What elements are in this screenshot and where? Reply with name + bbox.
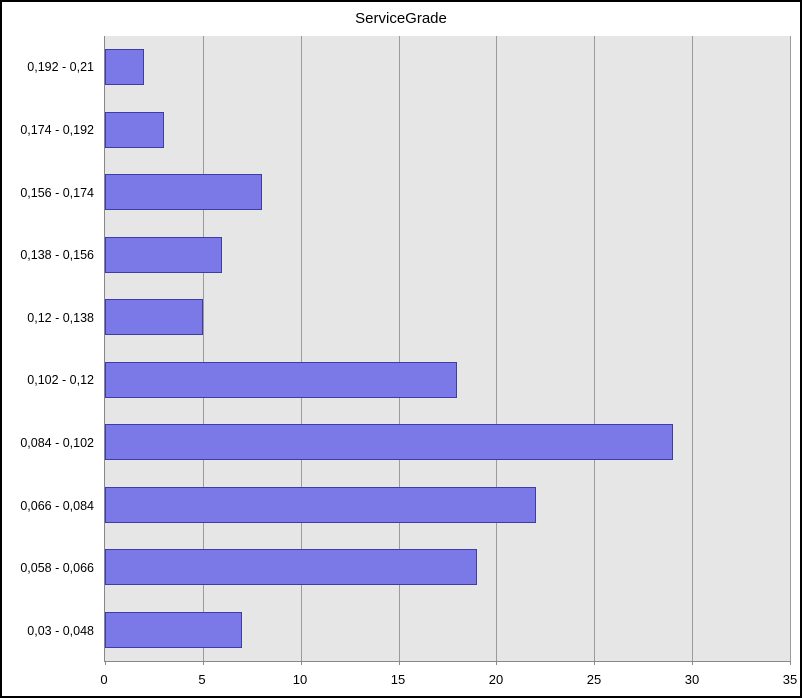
x-tick [692, 661, 693, 665]
chart-title: ServiceGrade [2, 10, 800, 27]
y-tick-label: 0,084 - 0,102 [12, 436, 94, 450]
y-tick-label: 0,03 - 0,048 [12, 624, 94, 638]
bar [105, 299, 203, 335]
x-tick [594, 661, 595, 665]
x-tick-label: 25 [587, 672, 601, 687]
gridline [496, 36, 497, 661]
y-tick-label: 0,192 - 0,21 [12, 60, 94, 74]
bar [105, 49, 144, 85]
x-tick-label: 5 [198, 672, 205, 687]
y-tick-label: 0,138 - 0,156 [12, 248, 94, 262]
bar [105, 487, 536, 523]
x-tick-label: 30 [685, 672, 699, 687]
y-tick-label: 0,156 - 0,174 [12, 186, 94, 200]
y-axis-labels: 0,03 - 0,048 0,058 - 0,066 0,066 - 0,084 0,… [12, 36, 100, 662]
x-tick [790, 661, 791, 665]
x-tick [496, 661, 497, 665]
x-tick [399, 661, 400, 665]
plot-wrap: 0,03 - 0,048 0,058 - 0,066 0,066 - 0,084 0,… [12, 36, 790, 662]
bar [105, 362, 457, 398]
x-tick [203, 661, 204, 665]
x-axis-labels: 05101520253035 [104, 668, 790, 688]
bar [105, 612, 242, 648]
y-tick-label: 0,12 - 0,138 [12, 311, 94, 325]
x-tick-label: 10 [293, 672, 307, 687]
bar [105, 237, 222, 273]
gridline [692, 36, 693, 661]
bar [105, 174, 262, 210]
plot-area [104, 36, 790, 662]
x-tick-label: 15 [391, 672, 405, 687]
bar [105, 112, 164, 148]
bar [105, 424, 673, 460]
gridline [790, 36, 791, 661]
y-tick-label: 0,102 - 0,12 [12, 373, 94, 387]
y-tick-label: 0,058 - 0,066 [12, 561, 94, 575]
x-tick-label: 20 [489, 672, 503, 687]
chart-frame: ServiceGrade 0,03 - 0,0480,058 - 0,0660,… [0, 0, 802, 698]
y-tick-label: 0,174 - 0,192 [12, 123, 94, 137]
y-tick-label: 0,066 - 0,084 [12, 499, 94, 513]
x-tick [301, 661, 302, 665]
bar [105, 549, 477, 585]
x-tick-label: 0 [100, 672, 107, 687]
x-tick-label: 35 [783, 672, 797, 687]
x-tick [105, 661, 106, 665]
gridline [594, 36, 595, 661]
